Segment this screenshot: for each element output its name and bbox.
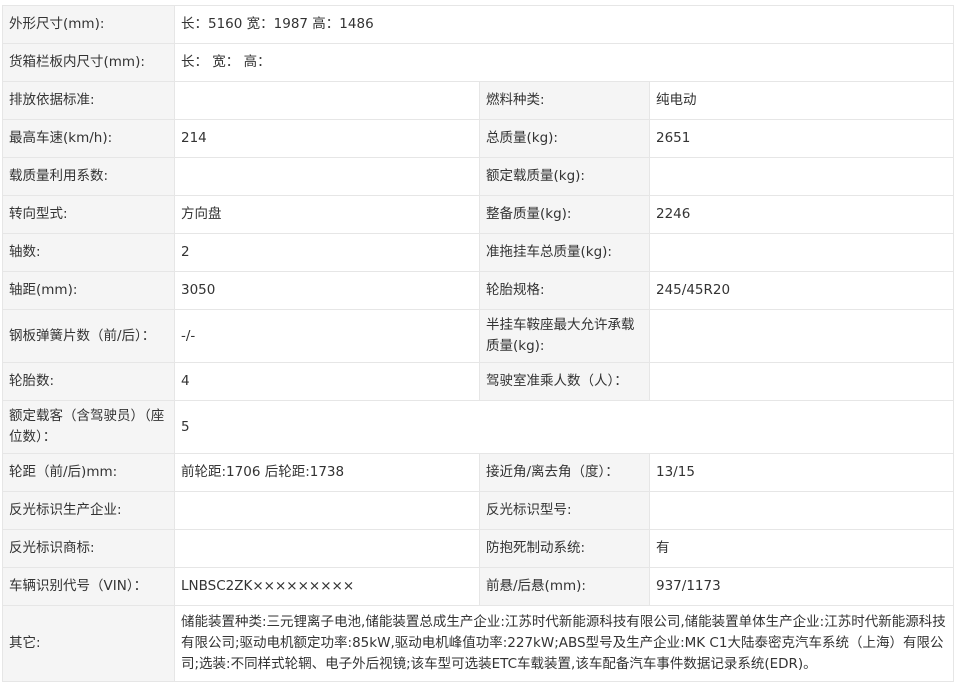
label-approach-departure-angle: 接近角/离去角（度）： <box>479 453 650 492</box>
value-steering-type: 方向盘 <box>174 195 480 234</box>
value-load-factor <box>174 157 480 196</box>
label-wheelbase: 轴距(mm): <box>2 271 175 310</box>
label-gross-mass: 总质量(kg): <box>479 119 650 158</box>
value-vin: LNBSC2ZK××××××××× <box>174 567 480 606</box>
table-row: 转向型式: 方向盘 整备质量(kg): 2246 <box>2 195 955 234</box>
label-rated-load: 额定载质量(kg): <box>479 157 650 196</box>
label-tire-spec: 轮胎规格: <box>479 271 650 310</box>
label-emission-standard: 排放依据标准: <box>2 81 175 120</box>
label-vin: 车辆识别代号（VIN）： <box>2 567 175 606</box>
table-row: 额定载客（含驾驶员）（座位数）： 5 <box>2 400 955 454</box>
label-dimensions: 外形尺寸(mm): <box>2 5 175 44</box>
table-row: 其它: 储能装置种类:三元锂离子电池,储能装置总成生产企业:江苏时代新能源科技有… <box>2 605 955 682</box>
label-leaf-springs: 钢板弹簧片数（前/后）： <box>2 309 175 363</box>
value-axle-count: 2 <box>174 233 480 272</box>
table-row: 排放依据标准: 燃料种类: 纯电动 <box>2 81 955 120</box>
value-approach-departure-angle: 13/15 <box>648 453 955 492</box>
label-cab-capacity: 驾驶室准乘人数（人）： <box>479 362 650 401</box>
label-track-width: 轮距（前/后)mm: <box>2 453 175 492</box>
table-row: 反光标识生产企业: 反光标识型号: <box>2 491 955 530</box>
label-reflector-model: 反光标识型号: <box>479 491 650 530</box>
label-steering-type: 转向型式: <box>2 195 175 234</box>
table-row: 货箱栏板内尺寸(mm): 长： 宽： 高： <box>2 43 955 82</box>
table-row: 车辆识别代号（VIN）： LNBSC2ZK××××××××× 前悬/后悬(mm)… <box>2 567 955 606</box>
table-row: 外形尺寸(mm): 长：5160 宽：1987 高：1486 <box>2 5 955 44</box>
value-reflector-model <box>648 491 955 530</box>
label-fuel-type: 燃料种类: <box>479 81 650 120</box>
value-reflector-manufacturer <box>174 491 480 530</box>
value-max-speed: 214 <box>174 119 480 158</box>
value-wheelbase: 3050 <box>174 271 480 310</box>
value-saddle-load <box>648 309 955 363</box>
label-load-factor: 载质量利用系数: <box>2 157 175 196</box>
value-gross-mass: 2651 <box>648 119 955 158</box>
value-tire-count: 4 <box>174 362 480 401</box>
value-leaf-springs: -/- <box>174 309 480 363</box>
label-other: 其它: <box>2 605 175 682</box>
label-trailer-mass: 准拖挂车总质量(kg): <box>479 233 650 272</box>
table-row: 反光标识商标: 防抱死制动系统: 有 <box>2 529 955 568</box>
value-dimensions: 长：5160 宽：1987 高：1486 <box>173 5 955 44</box>
label-max-speed: 最高车速(km/h): <box>2 119 175 158</box>
value-seating-capacity: 5 <box>173 400 955 454</box>
value-overhang: 937/1173 <box>648 567 955 606</box>
table-row: 轮胎数: 4 驾驶室准乘人数（人）： <box>2 362 955 401</box>
label-overhang: 前悬/后悬(mm): <box>479 567 650 606</box>
value-fuel-type: 纯电动 <box>648 81 955 120</box>
label-tire-count: 轮胎数: <box>2 362 175 401</box>
value-cab-capacity <box>648 362 955 401</box>
vehicle-spec-table: 外形尺寸(mm): 长：5160 宽：1987 高：1486 货箱栏板内尺寸(m… <box>2 5 955 682</box>
table-row: 轴距(mm): 3050 轮胎规格: 245/45R20 <box>2 271 955 310</box>
value-other: 储能装置种类:三元锂离子电池,储能装置总成生产企业:江苏时代新能源科技有限公司,… <box>173 605 955 682</box>
label-abs: 防抱死制动系统: <box>479 529 650 568</box>
table-row: 钢板弹簧片数（前/后）： -/- 半挂车鞍座最大允许承载质量(kg): <box>2 309 955 363</box>
value-emission-standard <box>174 81 480 120</box>
label-curb-mass: 整备质量(kg): <box>479 195 650 234</box>
value-tire-spec: 245/45R20 <box>648 271 955 310</box>
table-row: 最高车速(km/h): 214 总质量(kg): 2651 <box>2 119 955 158</box>
label-seating-capacity: 额定载客（含驾驶员）（座位数）： <box>2 400 175 454</box>
value-curb-mass: 2246 <box>648 195 955 234</box>
value-cargo-box-dimensions: 长： 宽： 高： <box>173 43 955 82</box>
label-cargo-box-dimensions: 货箱栏板内尺寸(mm): <box>2 43 175 82</box>
label-axle-count: 轴数: <box>2 233 175 272</box>
value-rated-load <box>648 157 955 196</box>
table-row: 轴数: 2 准拖挂车总质量(kg): <box>2 233 955 272</box>
label-reflector-manufacturer: 反光标识生产企业: <box>2 491 175 530</box>
value-trailer-mass <box>648 233 955 272</box>
table-row: 载质量利用系数: 额定载质量(kg): <box>2 157 955 196</box>
value-reflector-brand <box>174 529 480 568</box>
value-abs: 有 <box>648 529 955 568</box>
label-reflector-brand: 反光标识商标: <box>2 529 175 568</box>
table-row: 轮距（前/后)mm: 前轮距:1706 后轮距:1738 接近角/离去角（度）：… <box>2 453 955 492</box>
value-track-width: 前轮距:1706 后轮距:1738 <box>174 453 480 492</box>
label-saddle-load: 半挂车鞍座最大允许承载质量(kg): <box>479 309 650 363</box>
